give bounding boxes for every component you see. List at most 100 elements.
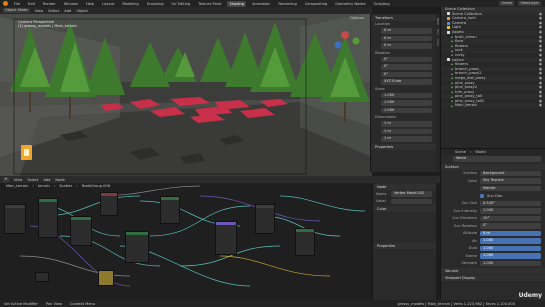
- scale-x-field[interactable]: 1.000: [381, 92, 432, 98]
- view-layer-selector[interactable]: ViewLayer: [518, 1, 541, 6]
- blender-logo-icon[interactable]: [3, 1, 8, 6]
- property-value-field[interactable]: 0°: [480, 223, 541, 229]
- node-menu-add[interactable]: Add: [43, 178, 50, 182]
- menu-help[interactable]: Help: [84, 1, 96, 7]
- rotation-z-field[interactable]: 0°: [381, 71, 432, 77]
- sun-disc-checkbox[interactable]: [480, 193, 484, 198]
- viewport-menu-add[interactable]: Add: [64, 9, 71, 13]
- outliner: Scene Collection Scene Collection ◉ Camera…: [440, 7, 545, 148]
- property-value-field[interactable]: 1.000: [480, 260, 541, 266]
- tab-compositing[interactable]: Compositing: [303, 1, 330, 7]
- node-small[interactable]: [35, 272, 49, 282]
- dimensions-y-field[interactable]: 1 m: [381, 128, 432, 134]
- chevron-right-icon: ›: [76, 184, 78, 188]
- crumb-terrain[interactable]: terrain: [38, 184, 50, 188]
- tab-animation[interactable]: Animation: [250, 1, 272, 7]
- mesh-icon: [451, 104, 453, 107]
- node-set-material[interactable]: [215, 221, 237, 255]
- node-group-input[interactable]: [4, 204, 26, 234]
- 3d-viewport[interactable]: [0, 7, 372, 176]
- scene-selector[interactable]: Scene: [499, 1, 515, 6]
- property-value-field[interactable]: 0 m: [480, 230, 541, 236]
- editor-type-button[interactable]: ▾: [3, 177, 9, 182]
- location-x-field[interactable]: 0 m: [381, 28, 432, 34]
- mesh-icon: [451, 77, 453, 80]
- node-group-output[interactable]: [255, 204, 275, 234]
- tab-shading[interactable]: Shading: [227, 0, 247, 7]
- volume-header[interactable]: Volume: [441, 268, 545, 274]
- viewport-header: Object Mode View Select Add Object: [0, 7, 372, 14]
- scale-y-field[interactable]: 1.000: [381, 100, 432, 106]
- location-y-field[interactable]: 0 m: [381, 35, 432, 41]
- color-value-field[interactable]: Sky Texture: [480, 178, 541, 184]
- rotation-mode-dropdown[interactable]: XYZ Euler: [381, 79, 432, 85]
- menu-render[interactable]: Render: [41, 1, 58, 7]
- light-icon: [447, 26, 450, 30]
- viewport-menu-view[interactable]: View: [35, 9, 44, 13]
- viewport-menu-select[interactable]: Select: [48, 9, 59, 13]
- breadcrumb-world[interactable]: World: [475, 150, 485, 154]
- sky-properties-list: Sun Size 0.545° Sun Intensity 1.000 Sun Elev…: [441, 200, 545, 268]
- node-menu-node[interactable]: Node: [55, 178, 64, 182]
- object-mode-dropdown[interactable]: Object Mode: [3, 8, 30, 13]
- tab-layout[interactable]: Layout: [100, 1, 116, 7]
- active-object-label: (1) grassy_models | Main_terrain: [18, 24, 77, 28]
- rotation-x-field[interactable]: 0°: [381, 56, 432, 62]
- property-value-field[interactable]: 10°: [480, 215, 541, 221]
- mesh-icon: [451, 54, 453, 57]
- properties-header[interactable]: Properties: [371, 143, 436, 150]
- crumb-main-terrain[interactable]: Main_terrain: [6, 184, 28, 188]
- mesh-icon: [451, 90, 453, 93]
- property-value-field[interactable]: 1.000: [480, 238, 541, 244]
- node-menu-view[interactable]: View: [14, 178, 23, 182]
- node-extra[interactable]: [295, 228, 315, 256]
- surface-value-field[interactable]: Background: [480, 170, 541, 176]
- property-label: Sun Intensity: [453, 208, 477, 213]
- property-row: Ozone 1.000: [441, 252, 545, 260]
- tab-rendering[interactable]: Rendering: [276, 1, 298, 7]
- visibility-eye-icon[interactable]: ◉: [539, 103, 542, 108]
- tab-sculpting[interactable]: Sculpting: [145, 1, 166, 7]
- viewport-display-header[interactable]: Viewport Display: [441, 275, 545, 281]
- crumb-nodegroup[interactable]: NodeGroup.006: [82, 184, 110, 188]
- menu-file[interactable]: File: [12, 1, 22, 7]
- viewport-menu-object[interactable]: Object: [76, 9, 88, 13]
- menu-window[interactable]: Window: [62, 1, 80, 7]
- node-editor[interactable]: [0, 176, 372, 300]
- node-realize-instances[interactable]: [160, 196, 180, 224]
- node-random-value[interactable]: [100, 192, 118, 216]
- location-z-field[interactable]: 0 m: [381, 43, 432, 49]
- dimensions-z-field[interactable]: 1 m: [381, 136, 432, 142]
- tab-texture-paint[interactable]: Texture Paint: [196, 1, 223, 7]
- node-join-geometry[interactable]: [125, 231, 149, 263]
- node-menu-select[interactable]: Select: [27, 178, 38, 182]
- breadcrumb-scene[interactable]: Scene: [455, 150, 466, 154]
- property-value-field[interactable]: 1.000: [480, 208, 541, 214]
- node-label-field[interactable]: [391, 198, 432, 204]
- node-instance-on-points[interactable]: [70, 216, 92, 246]
- scale-z-field[interactable]: 1.000: [381, 107, 432, 113]
- outliner-item[interactable]: Main_terrain ◉: [441, 103, 545, 109]
- node-sidebar: Node Name Vertex Mesh.002 Label Color Pro…: [372, 183, 436, 300]
- world-name-field[interactable]: World: [453, 156, 541, 162]
- node-name-field[interactable]: Vertex Mesh.002: [391, 191, 432, 197]
- options-label[interactable]: Options: [350, 16, 364, 20]
- node-properties-header[interactable]: Properties: [373, 243, 436, 249]
- tab-scripting[interactable]: Scripting: [372, 1, 392, 7]
- node-breadcrumbs: Main_terrain › terrain › Scatter › NodeG…: [0, 183, 372, 189]
- dimensions-x-field[interactable]: 1 m: [381, 121, 432, 127]
- property-row: Altitude 0 m: [441, 230, 545, 238]
- crumb-scatter[interactable]: Scatter: [59, 184, 72, 188]
- property-value-field[interactable]: 1.000: [480, 253, 541, 259]
- tab-uv-editing[interactable]: UV Editing: [170, 1, 193, 7]
- menu-edit[interactable]: Edit: [26, 1, 37, 7]
- sky-type-dropdown[interactable]: Nishita: [480, 185, 541, 191]
- rotation-y-field[interactable]: 0°: [381, 64, 432, 70]
- tab-modeling[interactable]: Modeling: [120, 1, 140, 7]
- node-distribute-points[interactable]: [38, 198, 58, 238]
- node-frame-yellow[interactable]: [98, 270, 114, 286]
- property-value-field[interactable]: 1.000: [480, 245, 541, 251]
- property-value-field[interactable]: 0.545°: [480, 200, 541, 206]
- property-row: Sun Rotation 0°: [441, 222, 545, 230]
- tab-geometry-nodes[interactable]: Geometry Nodes: [333, 1, 367, 7]
